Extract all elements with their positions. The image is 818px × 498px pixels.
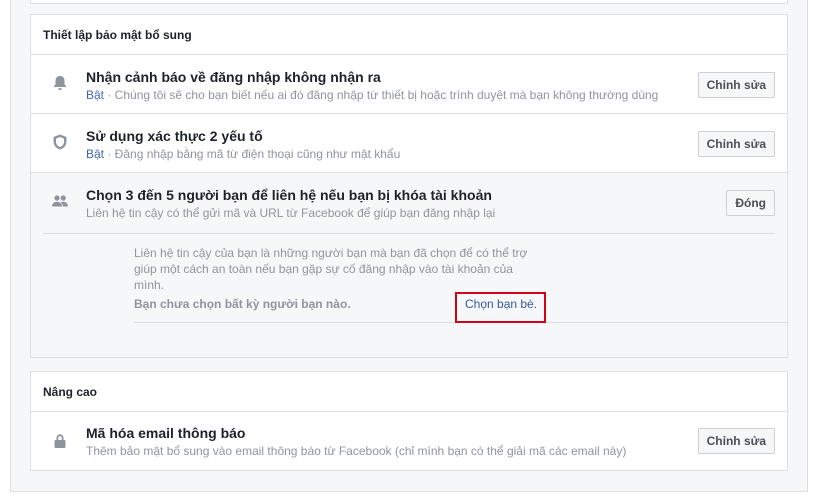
two-factor-row: Sử dụng xác thực 2 yếu tố Bật · Đăng nhậ… (31, 114, 787, 173)
advanced-panel: Nâng cao Mã hóa email thông báo Thêm bảo… (30, 371, 788, 471)
encrypted-email-edit-button[interactable]: Chỉnh sửa (697, 428, 775, 454)
login-alerts-title: Nhận cảnh báo về đăng nhập không nhận ra (86, 69, 381, 85)
two-factor-subtitle: Bật · Đăng nhập bằng mã từ điện thoại cũ… (86, 147, 400, 161)
trusted-contacts-title: Chọn 3 đến 5 người bạn để liên hệ nếu bạ… (86, 187, 492, 203)
encrypted-email-row: Mã hóa email thông báo Thêm bảo mật bổ s… (31, 412, 787, 470)
two-factor-title: Sử dụng xác thực 2 yếu tố (86, 128, 263, 144)
friends-icon (51, 192, 69, 210)
extra-security-header: Thiết lập bảo mật bổ sung (31, 15, 787, 55)
divider (43, 233, 775, 234)
shield-icon (51, 133, 69, 151)
encrypted-email-subtitle: Thêm bảo mật bổ sung vào email thông báo… (86, 444, 627, 458)
two-factor-edit-button[interactable]: Chỉnh sửa (697, 131, 775, 157)
lock-icon (51, 432, 69, 450)
advanced-header: Nâng cao (31, 372, 787, 412)
encrypted-email-title: Mã hóa email thông báo (86, 425, 246, 441)
login-alerts-edit-button[interactable]: Chỉnh sửa (697, 72, 775, 98)
login-alerts-row: Nhận cảnh báo về đăng nhập không nhận ra… (31, 55, 787, 114)
extra-security-panel: Thiết lập bảo mật bổ sung Nhận cảnh báo … (30, 14, 789, 358)
trusted-contacts-close-button[interactable]: Đóng (726, 190, 775, 216)
two-factor-detail: · Đăng nhập bằng mã từ điện thoại cũng n… (104, 147, 401, 161)
login-alerts-detail: · Chúng tôi sẽ cho bạn biết nếu ai đó đă… (104, 88, 659, 102)
previous-panel-edge (30, 0, 788, 4)
two-factor-status: Bật (86, 147, 105, 161)
trusted-contacts-row: Chọn 3 đến 5 người bạn để liên hệ nếu bạ… (31, 173, 789, 357)
bell-icon (51, 74, 69, 92)
no-friends-selected-text: Bạn chưa chọn bất kỳ người bạn nào. (134, 297, 351, 311)
login-alerts-subtitle: Bật · Chúng tôi sẽ cho bạn biết nếu ai đ… (86, 88, 658, 102)
trusted-contacts-description: Liên hệ tin cậy của bạn là những người b… (134, 246, 528, 292)
trusted-contacts-subtitle: Liên hệ tin cậy có thể gửi mã và URL từ … (86, 206, 496, 220)
choose-friends-link[interactable]: Chọn bạn bè. (465, 297, 537, 311)
login-alerts-status: Bật (86, 88, 105, 102)
trusted-contacts-selection: Bạn chưa chọn bất kỳ người bạn nào. Chọn… (134, 287, 789, 323)
